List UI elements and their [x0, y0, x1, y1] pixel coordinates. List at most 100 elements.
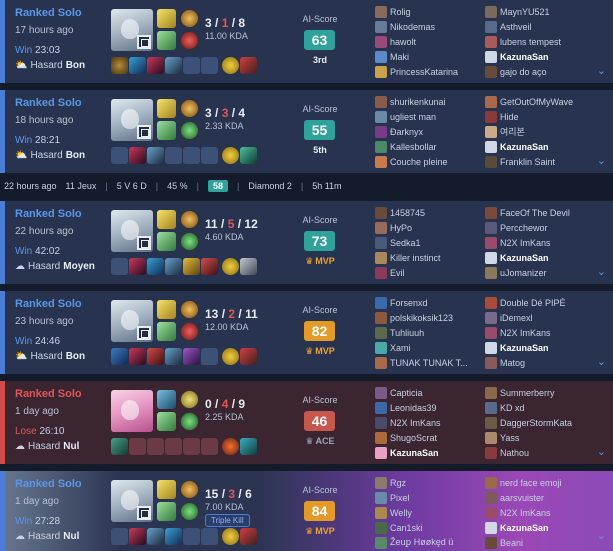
- player-row[interactable]: Capticia: [375, 385, 487, 400]
- champion-portrait[interactable]: [111, 9, 153, 51]
- player-row-self[interactable]: KazunaSan: [485, 139, 597, 154]
- player-row[interactable]: hawolt: [375, 34, 487, 49]
- summoner-spell-flash-icon[interactable]: [157, 210, 176, 229]
- summoner-spell-heal-icon[interactable]: [157, 121, 176, 140]
- match-card-3[interactable]: Ranked Solo 22 hours ago Win 42:02 ☁ Hasa…: [0, 201, 613, 284]
- player-row[interactable]: Asthveil: [485, 19, 597, 34]
- player-row[interactable]: MaynYU521: [485, 4, 597, 19]
- player-row[interactable]: shurikenkunai: [375, 94, 487, 109]
- item-icon[interactable]: [240, 348, 257, 365]
- player-row[interactable]: Welly: [375, 505, 487, 520]
- item-icon[interactable]: [183, 258, 200, 275]
- item-icon[interactable]: [240, 438, 257, 455]
- player-row[interactable]: DaggerStormKata: [485, 415, 597, 430]
- champion-portrait[interactable]: [111, 300, 153, 342]
- item-icon[interactable]: [111, 57, 128, 74]
- player-row[interactable]: GetOutOfMyWave: [485, 94, 597, 109]
- player-row[interactable]: aarsvuister: [485, 490, 597, 505]
- chevron-down-icon[interactable]: ⌄: [597, 529, 606, 542]
- keystone-rune-icon[interactable]: [180, 210, 199, 229]
- item-icon[interactable]: [165, 258, 182, 275]
- player-row-self[interactable]: KazunaSan: [375, 445, 487, 460]
- champion-portrait[interactable]: [111, 390, 153, 432]
- summoner-spell-flash-icon[interactable]: [157, 300, 176, 319]
- item-icon[interactable]: [165, 57, 182, 74]
- player-row[interactable]: 1458745: [375, 205, 487, 220]
- match-card-5[interactable]: Ranked Solo 1 day ago Lose 26:10 ☁ Hasard…: [0, 381, 613, 464]
- player-row[interactable]: ShugoScrat: [375, 430, 487, 445]
- chevron-down-icon[interactable]: ⌄: [597, 64, 606, 77]
- item-icon[interactable]: [165, 528, 182, 545]
- player-row[interactable]: gajo do aço: [485, 64, 597, 79]
- player-row[interactable]: Maki: [375, 49, 487, 64]
- item-icon[interactable]: [129, 147, 146, 164]
- chevron-down-icon[interactable]: ⌄: [597, 355, 606, 368]
- secondary-rune-icon[interactable]: [180, 322, 199, 341]
- item-icon[interactable]: [147, 147, 164, 164]
- summoner-spell-heal-icon[interactable]: [157, 232, 176, 251]
- player-row[interactable]: Rgz: [375, 475, 487, 490]
- item-icon[interactable]: [129, 57, 146, 74]
- player-row[interactable]: Matog: [485, 355, 597, 370]
- player-row[interactable]: Tuhliuuh: [375, 325, 487, 340]
- summoner-spell-heal-icon[interactable]: [157, 502, 176, 521]
- player-row[interactable]: Percchewor: [485, 220, 597, 235]
- summoner-spell-heal-icon[interactable]: [157, 31, 176, 50]
- player-row-self[interactable]: KazunaSan: [485, 340, 597, 355]
- player-row[interactable]: Pixel: [375, 490, 487, 505]
- player-row-self[interactable]: KazunaSan: [485, 49, 597, 64]
- ward-icon[interactable]: [222, 147, 239, 164]
- summoner-spell-flash-icon[interactable]: [157, 480, 176, 499]
- item-icon[interactable]: [147, 528, 164, 545]
- player-row[interactable]: Summerberry: [485, 385, 597, 400]
- player-row[interactable]: Nikodemas: [375, 19, 487, 34]
- ward-icon[interactable]: [222, 258, 239, 275]
- player-row[interactable]: polskikoksik123: [375, 310, 487, 325]
- secondary-rune-icon[interactable]: [180, 502, 199, 521]
- summoner-spell-flash-icon[interactable]: [157, 99, 176, 118]
- player-row[interactable]: Can1ski: [375, 520, 487, 535]
- player-row[interactable]: Franklin Saint: [485, 154, 597, 169]
- player-row[interactable]: iDemexl: [485, 310, 597, 325]
- player-row[interactable]: N2X ImKans: [485, 505, 597, 520]
- match-card-1[interactable]: Ranked Solo 17 hours ago Win 23:03 ⛅ Hasa…: [0, 0, 613, 83]
- match-card-6[interactable]: Ranked Solo 1 day ago Win 27:28 ☁ Hasard N…: [0, 471, 613, 551]
- player-row[interactable]: Killer instinct: [375, 250, 487, 265]
- player-row[interactable]: Nathou: [485, 445, 597, 460]
- chevron-down-icon[interactable]: ⌄: [597, 154, 606, 167]
- champion-portrait[interactable]: [111, 99, 153, 141]
- match-card-4[interactable]: Ranked Solo 23 hours ago Win 24:46 ⛅ Hasa…: [0, 291, 613, 374]
- item-icon[interactable]: [240, 147, 257, 164]
- player-row[interactable]: Yass: [485, 430, 597, 445]
- ward-icon[interactable]: [222, 57, 239, 74]
- player-row[interactable]: 여리본: [485, 124, 597, 139]
- item-icon[interactable]: [129, 528, 146, 545]
- player-row[interactable]: HyPo: [375, 220, 487, 235]
- champion-portrait[interactable]: [111, 480, 153, 522]
- secondary-rune-icon[interactable]: [180, 412, 199, 431]
- ward-icon[interactable]: [222, 438, 239, 455]
- item-icon[interactable]: [240, 528, 257, 545]
- chevron-down-icon[interactable]: ⌄: [597, 265, 606, 278]
- ward-icon[interactable]: [222, 528, 239, 545]
- item-icon[interactable]: [147, 348, 164, 365]
- player-row[interactable]: Leonidas39: [375, 400, 487, 415]
- player-row[interactable]: N2X ImKans: [485, 235, 597, 250]
- player-row[interactable]: Couche pleine: [375, 154, 487, 169]
- item-icon[interactable]: [129, 258, 146, 275]
- player-row[interactable]: Forsenxd: [375, 295, 487, 310]
- item-icon[interactable]: [129, 348, 146, 365]
- summoner-spell-flash-icon[interactable]: [157, 9, 176, 28]
- player-row[interactable]: PrincessKatarina: [375, 64, 487, 79]
- summoner-spell-exhaust-icon[interactable]: [157, 390, 176, 409]
- player-row[interactable]: ugliest man: [375, 109, 487, 124]
- player-row[interactable]: lubens tempest: [485, 34, 597, 49]
- secondary-rune-icon[interactable]: [180, 232, 199, 251]
- player-row[interactable]: KD xd: [485, 400, 597, 415]
- item-icon[interactable]: [111, 438, 128, 455]
- player-row[interactable]: N2X ImKans: [485, 325, 597, 340]
- item-icon[interactable]: [147, 57, 164, 74]
- player-row[interactable]: Žeuꝑ Høøkęd ü: [375, 535, 487, 550]
- player-row[interactable]: Double Dé PIPÉ: [485, 295, 597, 310]
- summoner-spell-heal-icon[interactable]: [157, 412, 176, 431]
